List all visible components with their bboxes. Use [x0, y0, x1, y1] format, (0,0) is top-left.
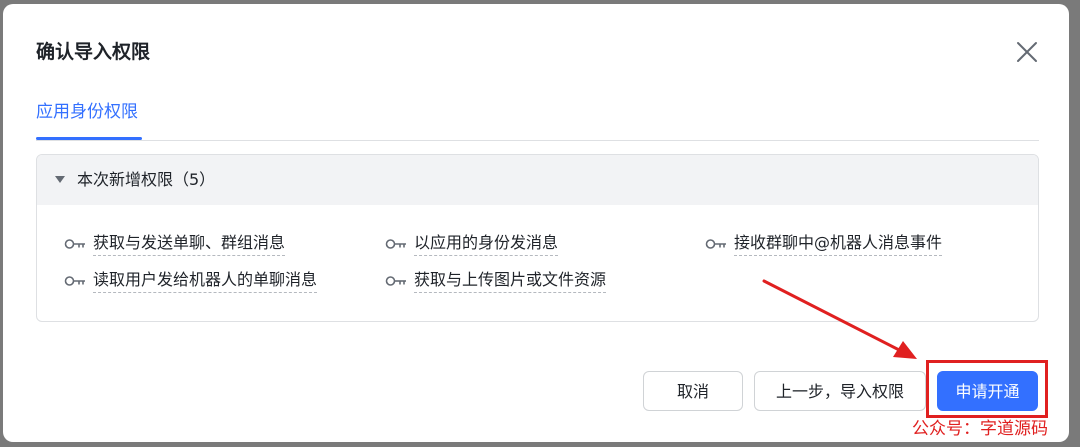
watermark-text: 公众号：字道源码: [912, 419, 1048, 439]
screen: 确认导入权限 应用身份权限 本次新增权限（5） 获取与发送单聊、群组消息 以应用…: [0, 0, 1080, 447]
annotation-highlight-box: [926, 360, 1048, 418]
annotation-arrow: [762, 279, 917, 359]
